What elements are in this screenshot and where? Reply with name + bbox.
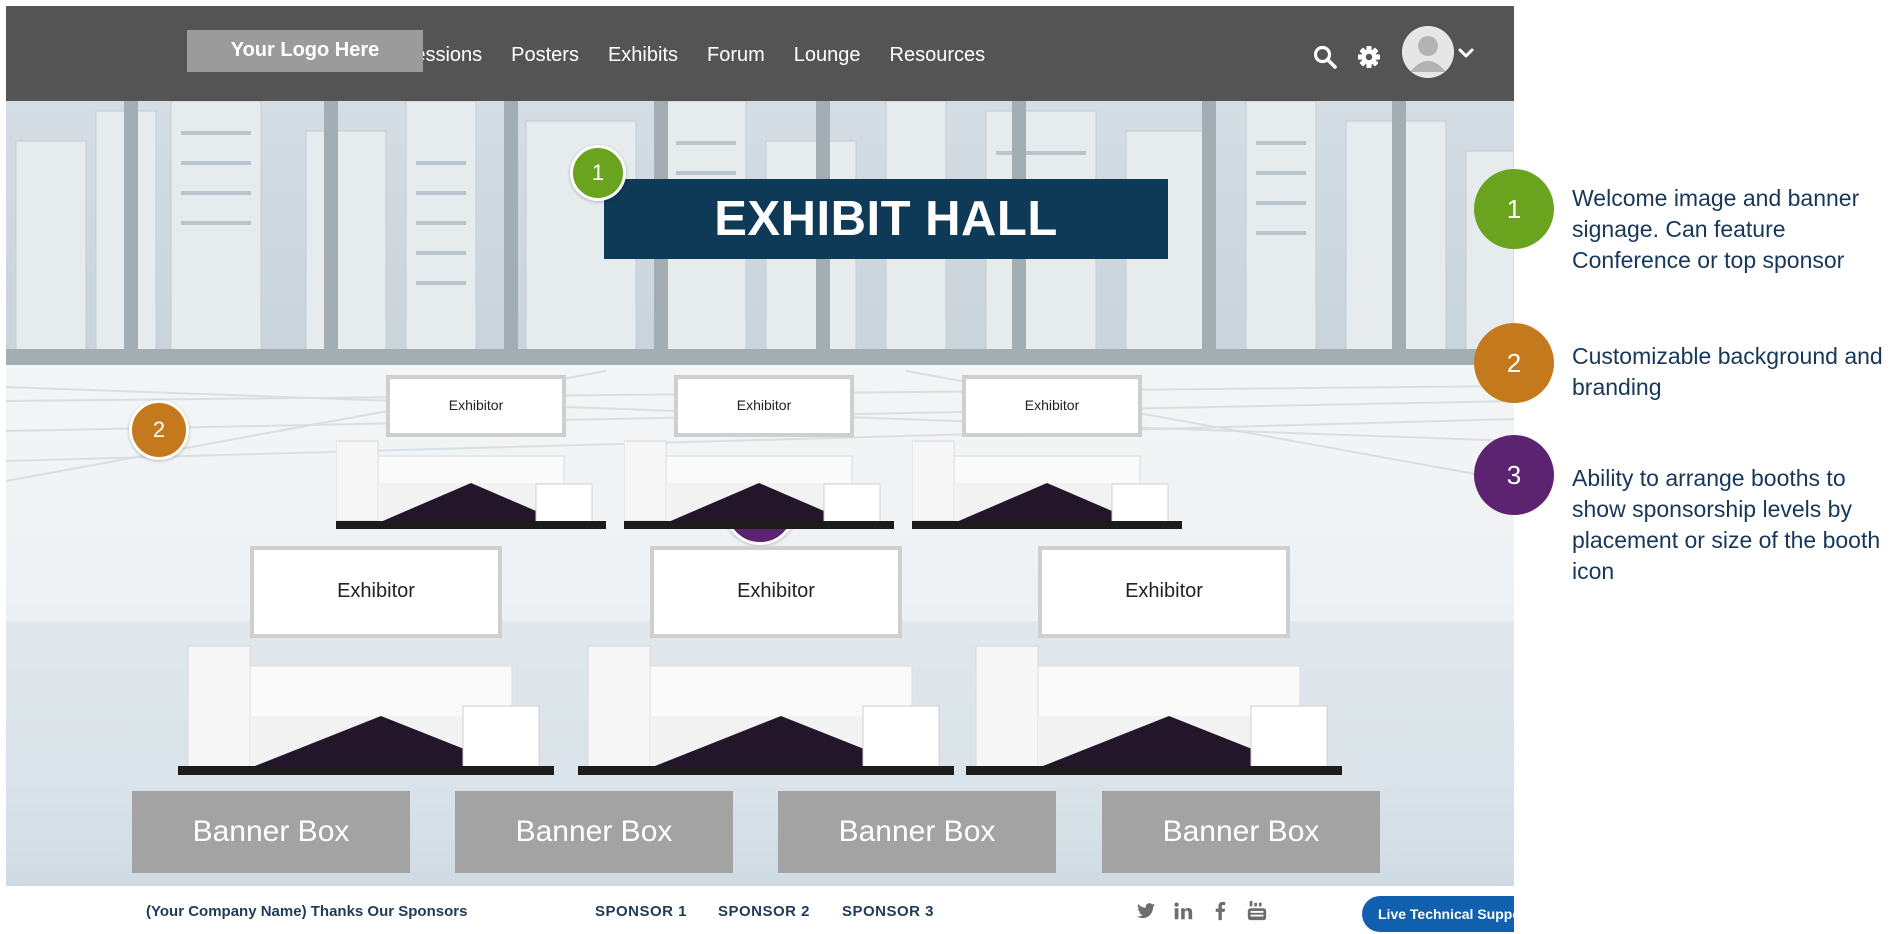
booth-bottom-2[interactable]: Exhibitor	[578, 546, 954, 776]
banner-box-1[interactable]: Banner Box	[132, 791, 410, 873]
top-navigation-bar: Sessions Posters Exhibits Forum Lounge R…	[6, 6, 1514, 101]
nav-menu: Sessions Posters Exhibits Forum Lounge R…	[401, 44, 985, 67]
legend-marker-2: 2	[1474, 323, 1554, 403]
sponsor-footer: (Your Company Name) Thanks Our Sponsors …	[0, 886, 1514, 934]
live-support-button[interactable]: Live Technical Support	[1362, 896, 1514, 932]
booth-sign: Exhibitor	[250, 546, 502, 638]
marker-1: 1	[570, 145, 626, 201]
exhibit-hall-banner: EXHIBIT HALL	[604, 179, 1168, 259]
nav-item-lounge[interactable]: Lounge	[794, 44, 861, 67]
booth-top-1[interactable]: Exhibitor	[336, 371, 606, 531]
booth-sign: Exhibitor	[1038, 546, 1290, 638]
marker-2: 2	[129, 400, 189, 460]
sponsor-link-2[interactable]: SPONSOR 2	[718, 903, 810, 920]
legend-text-2: Customizable background and branding	[1572, 343, 1883, 400]
legend-marker-3: 3	[1474, 435, 1554, 515]
linkedin-icon[interactable]	[1172, 900, 1194, 922]
nav-item-resources[interactable]: Resources	[890, 44, 986, 67]
nav-item-posters[interactable]: Posters	[511, 44, 579, 67]
logo-placeholder[interactable]: Your Logo Here	[187, 30, 423, 72]
banner-box-2[interactable]: Banner Box	[455, 791, 733, 873]
stage: Sessions Posters Exhibits Forum Lounge R…	[0, 0, 1901, 934]
banner-box-3[interactable]: Banner Box	[778, 791, 1056, 873]
sponsor-link-3[interactable]: SPONSOR 3	[842, 903, 934, 920]
user-icon	[1402, 26, 1454, 78]
booth-sign: Exhibitor	[650, 546, 902, 638]
booth-bottom-3[interactable]: Exhibitor	[966, 546, 1342, 776]
exhibit-hall-mockup: Sessions Posters Exhibits Forum Lounge R…	[6, 6, 1514, 886]
legend-text-1: Welcome image and banner signage. Can fe…	[1572, 185, 1860, 273]
legend-marker-1: 1	[1474, 169, 1554, 249]
sponsors-thanks-text: (Your Company Name) Thanks Our Sponsors	[146, 903, 468, 920]
nav-item-forum[interactable]: Forum	[707, 44, 765, 67]
gear-icon[interactable]	[1356, 44, 1382, 70]
youtube-icon[interactable]	[1246, 900, 1268, 922]
banner-box-4[interactable]: Banner Box	[1102, 791, 1380, 873]
chevron-down-icon[interactable]	[1457, 46, 1475, 60]
twitter-icon[interactable]	[1135, 900, 1157, 922]
booth-sign: Exhibitor	[386, 375, 566, 437]
exhibit-hall-scene: EXHIBIT HALL 1 2 3 Exhibitor	[6, 101, 1514, 886]
booth-top-3[interactable]: Exhibitor	[912, 371, 1182, 531]
search-icon[interactable]	[1312, 44, 1338, 70]
booth-top-2[interactable]: Exhibitor	[624, 371, 894, 531]
facebook-icon[interactable]	[1209, 900, 1231, 922]
booth-sign: Exhibitor	[962, 375, 1142, 437]
nav-item-exhibits[interactable]: Exhibits	[608, 44, 678, 67]
legend-text-3: Ability to arrange booths to show sponso…	[1572, 465, 1881, 584]
booth-sign: Exhibitor	[674, 375, 854, 437]
booth-bottom-1[interactable]: Exhibitor	[178, 546, 554, 776]
avatar[interactable]	[1402, 26, 1454, 78]
sponsor-link-1[interactable]: SPONSOR 1	[595, 903, 687, 920]
